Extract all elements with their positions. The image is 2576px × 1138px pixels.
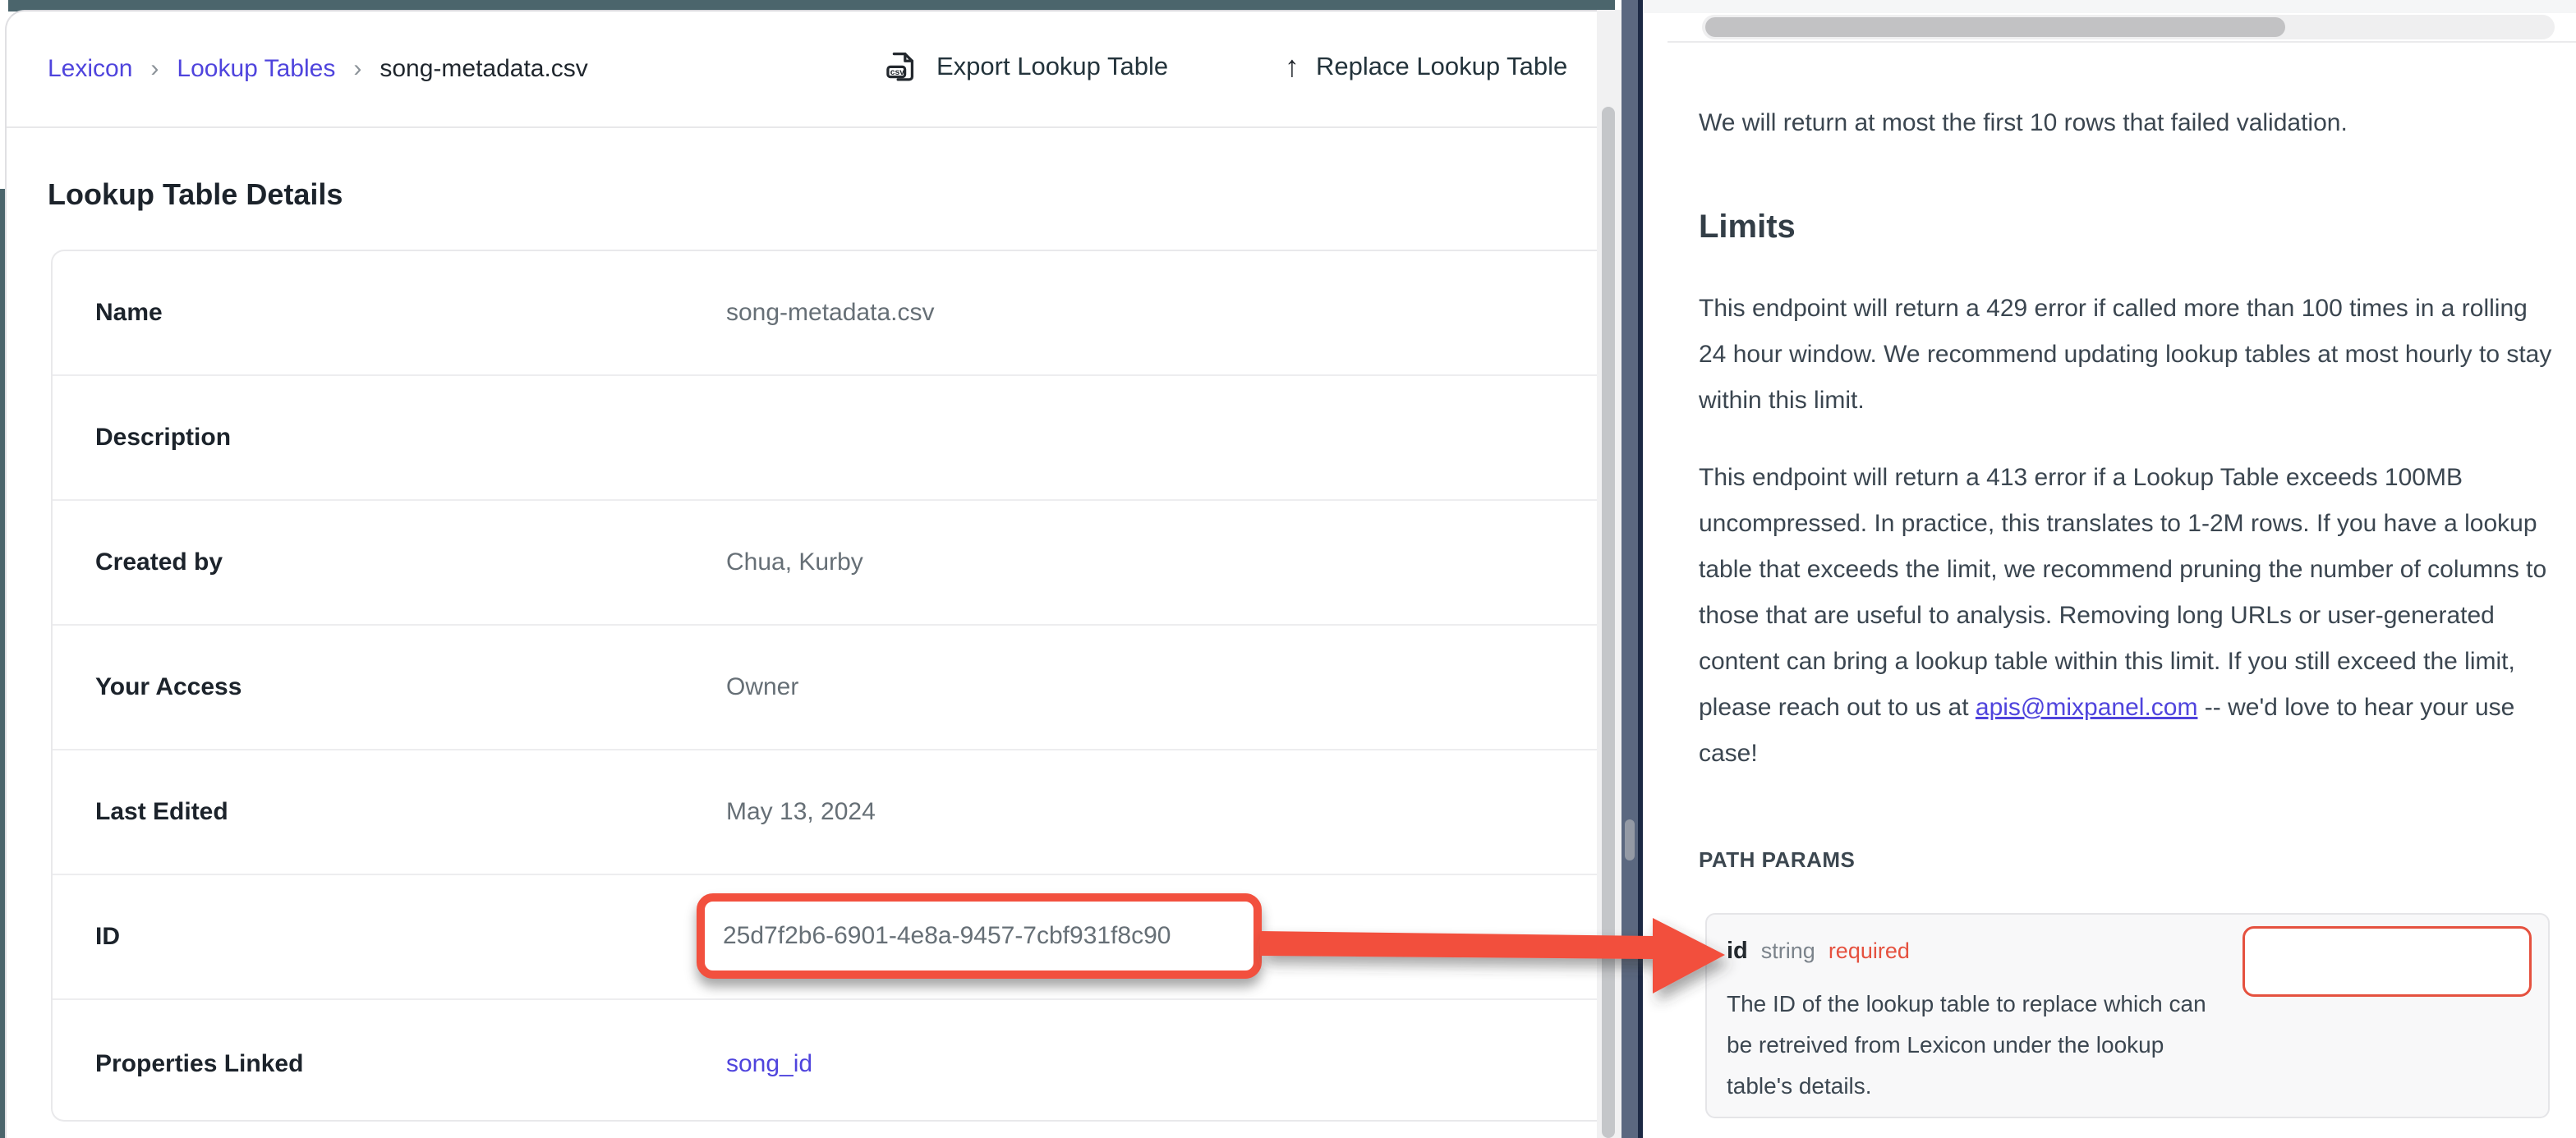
header-divider bbox=[7, 126, 1597, 128]
id-annotation-box: 25d7f2b6-6901-4e8a-9457-7cbf931f8c90 bbox=[697, 893, 1262, 979]
replace-lookup-table-button[interactable]: ↑ Replace Lookup Table bbox=[1285, 39, 1567, 94]
paragraph-2-text: This endpoint will return a 413 error if… bbox=[1699, 464, 2546, 721]
row-value: Owner bbox=[726, 626, 798, 749]
row-label: Last Edited bbox=[95, 750, 228, 874]
param-header: id string required bbox=[1727, 938, 1910, 965]
param-required-badge: required bbox=[1828, 938, 1910, 964]
breadcrumb-separator-icon: › bbox=[353, 55, 361, 83]
id-param-input[interactable] bbox=[2242, 926, 2532, 997]
limits-paragraph-2: This endpoint will return a 413 error if… bbox=[1699, 455, 2560, 777]
row-value: song-metadata.csv bbox=[726, 251, 934, 374]
param-name: id bbox=[1727, 938, 1748, 965]
row-label: Name bbox=[95, 251, 163, 374]
divider-scrollbar-thumb[interactable] bbox=[1625, 819, 1635, 860]
csv-file-icon: csv bbox=[882, 48, 920, 85]
docs-intro-text: We will return at most the first 10 rows… bbox=[1699, 100, 2560, 146]
row-label: ID bbox=[95, 875, 120, 998]
param-description: The ID of the lookup table to replace wh… bbox=[1727, 984, 2236, 1107]
window-divider-bar bbox=[1622, 0, 1638, 1138]
apis-mixpanel-email-link[interactable]: apis@mixpanel.com bbox=[1976, 694, 2198, 721]
table-row-properties-linked: Properties Linked song_id bbox=[53, 1000, 1597, 1128]
docs-top-divider bbox=[1668, 41, 2576, 43]
path-params-label: PATH PARAMS bbox=[1699, 847, 1855, 873]
horizontal-scrollbar-track[interactable] bbox=[1702, 15, 2555, 39]
param-type: string bbox=[1761, 938, 1815, 964]
table-row-description: Description bbox=[53, 376, 1597, 501]
lookup-table-details-card: Name song-metadata.csv Description Creat… bbox=[51, 250, 1597, 1122]
row-label: Your Access bbox=[95, 626, 242, 749]
svg-text:csv: csv bbox=[890, 68, 905, 77]
breadcrumb: Lexicon › Lookup Tables › song-metadata.… bbox=[48, 48, 588, 90]
screenshot-root: Lexicon › Lookup Tables › song-metadata.… bbox=[0, 0, 2576, 1138]
export-button-label: Export Lookup Table bbox=[936, 52, 1168, 81]
upload-arrow-icon: ↑ bbox=[1285, 52, 1300, 81]
row-value: May 13, 2024 bbox=[726, 750, 876, 874]
table-row-name: Name song-metadata.csv bbox=[53, 251, 1597, 376]
horizontal-scrollbar-thumb[interactable] bbox=[1705, 17, 2285, 37]
limits-paragraph-1: This endpoint will return a 429 error if… bbox=[1699, 286, 2560, 424]
table-row-your-access: Your Access Owner bbox=[53, 626, 1597, 750]
left-scrollbar-thumb[interactable] bbox=[1602, 107, 1615, 1138]
song-id-link[interactable]: song_id bbox=[726, 1000, 812, 1128]
path-param-card: id string required The ID of the lookup … bbox=[1705, 913, 2550, 1118]
row-value: Chua, Kurby bbox=[726, 501, 863, 624]
limits-heading: Limits bbox=[1699, 209, 1796, 245]
breadcrumb-link-lookup-tables[interactable]: Lookup Tables bbox=[177, 55, 335, 83]
table-row-last-edited: Last Edited May 13, 2024 bbox=[53, 750, 1597, 875]
lookup-table-id-value: 25d7f2b6-6901-4e8a-9457-7cbf931f8c90 bbox=[723, 922, 1171, 950]
row-label: Description bbox=[95, 376, 231, 499]
row-label: Created by bbox=[95, 501, 223, 624]
page-title: Lookup Table Details bbox=[48, 177, 343, 212]
replace-button-label: Replace Lookup Table bbox=[1316, 52, 1567, 81]
breadcrumb-link-lexicon[interactable]: Lexicon bbox=[48, 55, 132, 83]
export-lookup-table-button[interactable]: csv Export Lookup Table bbox=[882, 39, 1168, 94]
row-label: Properties Linked bbox=[95, 1000, 303, 1128]
breadcrumb-current-file: song-metadata.csv bbox=[380, 55, 587, 83]
table-row-created-by: Created by Chua, Kurby bbox=[53, 501, 1597, 626]
docs-top-strip bbox=[1643, 0, 2576, 13]
api-docs-panel: We will return at most the first 10 rows… bbox=[1643, 0, 2576, 1138]
breadcrumb-separator-icon: › bbox=[150, 55, 159, 83]
